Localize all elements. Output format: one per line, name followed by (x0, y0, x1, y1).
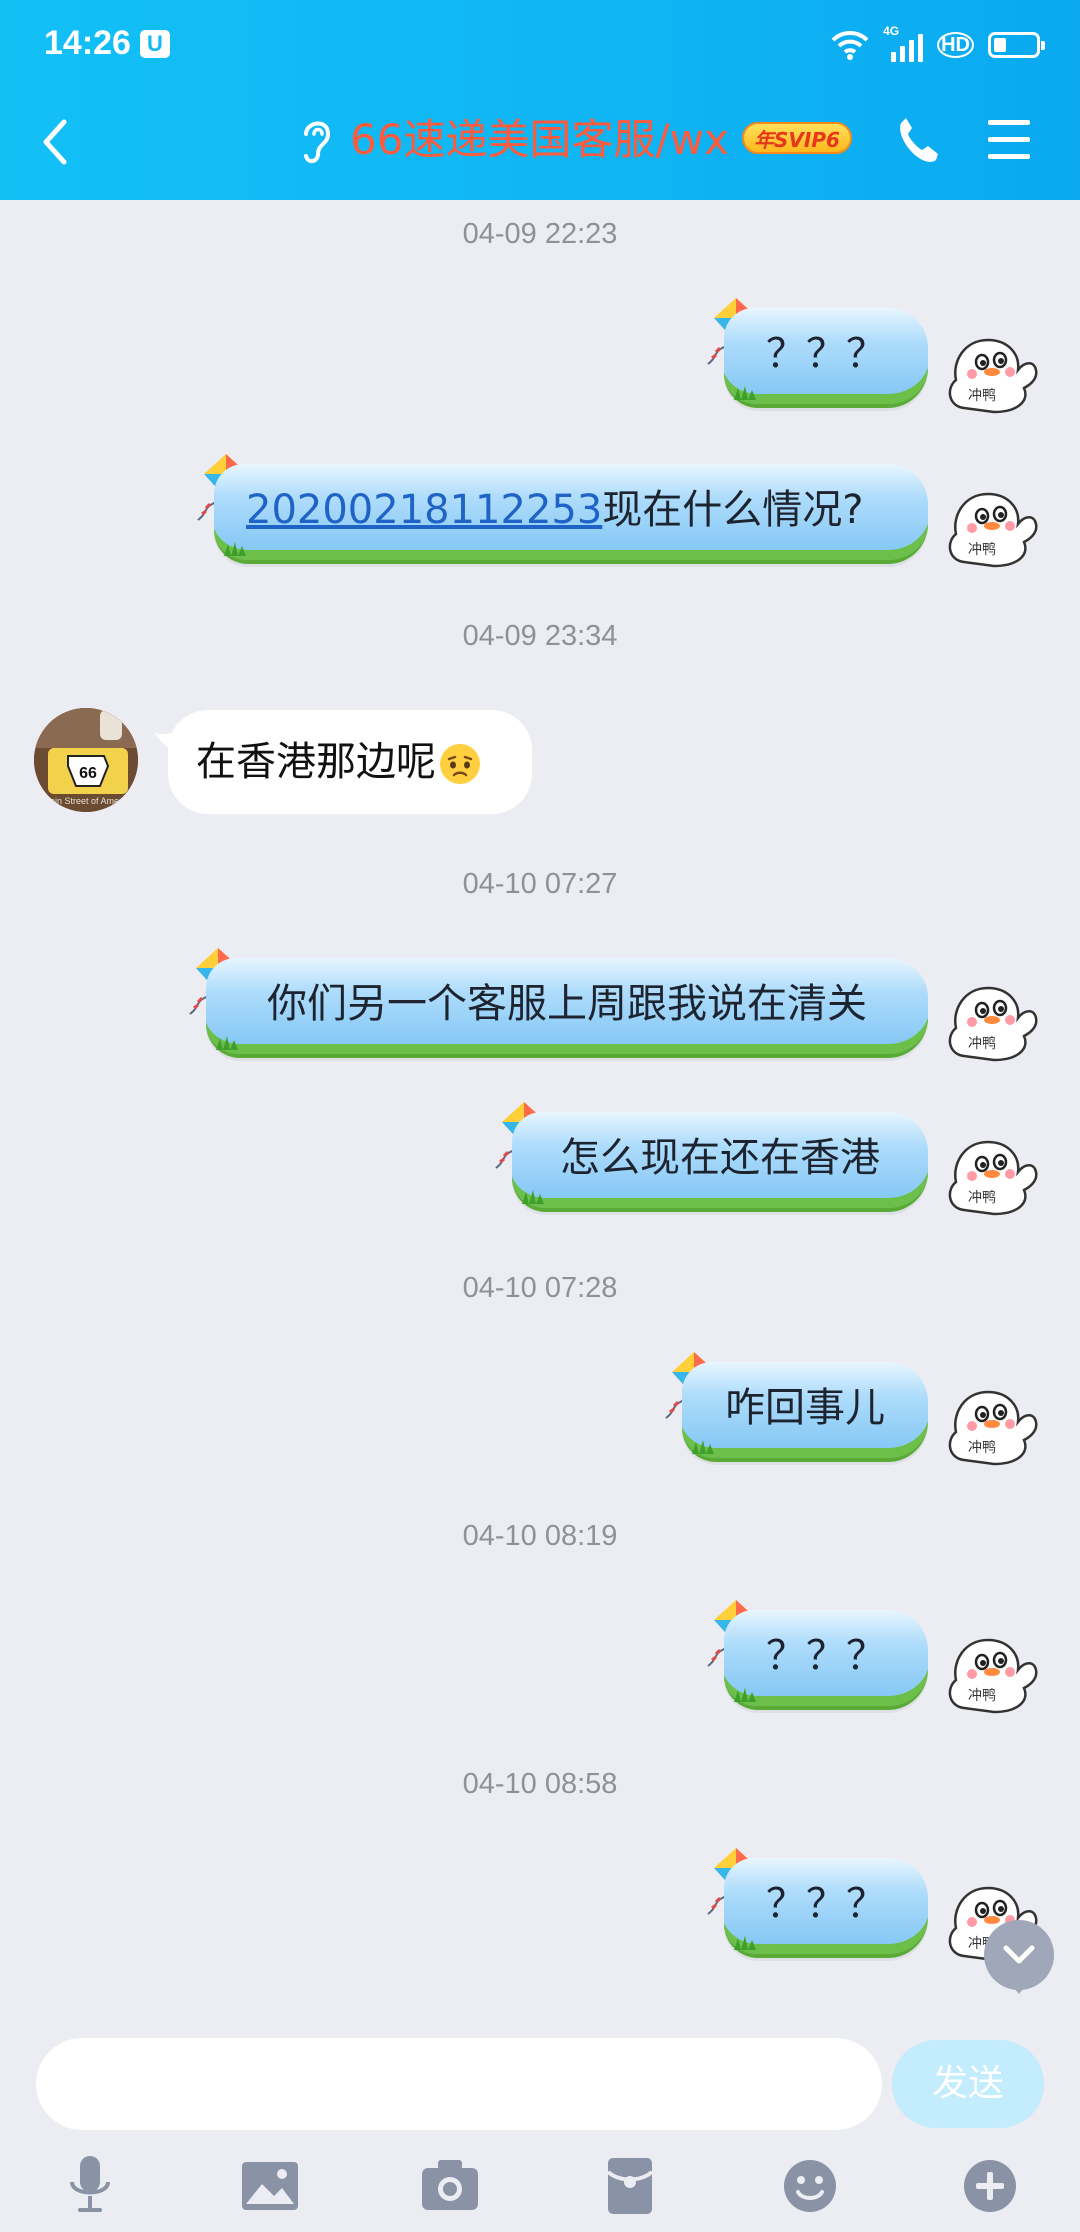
status-bar: 14:26 U 4G HD (0, 0, 1080, 90)
status-time: 14:26 (44, 24, 131, 62)
grass-decoration (224, 542, 246, 556)
sticker-label: 冲鸭 (968, 1440, 996, 1456)
message-bubble-incoming[interactable]: 在香港那边呢 (154, 710, 532, 814)
notification-icon: U (140, 30, 170, 58)
timestamp: 04-10 08:19 (462, 1520, 618, 1552)
message-text: 怎么现在还在香港 (560, 1135, 880, 1181)
avatar-duck-sticker[interactable]: 冲鸭 (944, 1128, 1040, 1218)
message-bubble-outgoing[interactable]: 怎么现在还在香港 (512, 1112, 928, 1212)
emoji-icon[interactable] (774, 2150, 846, 2222)
wifi-icon (831, 30, 869, 60)
contact-avatar[interactable]: 66 Main Street of America (34, 708, 138, 812)
grass-decoration (734, 1936, 756, 1950)
chat-header: 14:26 U 4G HD 66速递美国客服/wx 年SVIP6 (0, 0, 1080, 200)
avatar-duck-sticker[interactable]: 冲鸭 (944, 1378, 1040, 1468)
red-packet-icon[interactable] (594, 2150, 666, 2222)
message-bubble-outgoing[interactable]: 咋回事儿 (682, 1362, 928, 1462)
message-list[interactable]: 04-09 22:23 ？？？ 冲鸭 20200218112253现在什么情况?… (0, 200, 1080, 2020)
input-toolbar (0, 2140, 1080, 2232)
phone-icon[interactable] (892, 110, 942, 170)
grass-decoration (692, 1440, 714, 1454)
message-text: 咋回事儿 (725, 1385, 885, 1431)
avatar-duck-sticker[interactable]: 冲鸭 (944, 326, 1040, 416)
avatar-duck-sticker[interactable]: 冲鸭 (944, 1626, 1040, 1716)
message-bubble-outgoing[interactable]: 你们另一个客服上周跟我说在清关 (206, 958, 928, 1058)
timestamp: 04-10 07:28 (462, 1272, 618, 1304)
timestamp: 04-10 08:58 (462, 1768, 618, 1800)
timestamp: 04-09 22:23 (462, 218, 618, 250)
plus-icon[interactable] (954, 2150, 1026, 2222)
sticker-label: 冲鸭 (968, 1190, 996, 1206)
grass-decoration (522, 1190, 544, 1204)
message-bubble-outgoing[interactable]: ？？？ (724, 1610, 928, 1710)
chat-title[interactable]: 66速递美国客服/wx (350, 106, 729, 167)
sticker-label: 冲鸭 (968, 542, 996, 558)
microphone-icon[interactable] (54, 2150, 126, 2222)
earpiece-mode-icon[interactable] (296, 112, 336, 168)
sticker-label: 冲鸭 (968, 1688, 996, 1704)
signal-icon: 4G (883, 24, 924, 62)
sticker-label: 冲鸭 (968, 1036, 996, 1052)
sticker-label: 冲鸭 (968, 388, 996, 404)
svip-badge: 年SVIP6 (742, 122, 852, 154)
message-input[interactable] (36, 2038, 882, 2130)
nav-bar: 66速递美国客服/wx 年SVIP6 (0, 90, 1080, 200)
message-text-content: 在香港那边呢 (196, 739, 436, 785)
grass-decoration (734, 386, 756, 400)
grass-decoration (734, 1688, 756, 1702)
message-bubble-outgoing[interactable]: ？？？ (724, 1858, 928, 1958)
tracking-number-link[interactable]: 20200218112253 (246, 487, 602, 533)
timestamp: 04-09 23:34 (462, 620, 618, 652)
scroll-to-bottom-button[interactable] (984, 1920, 1054, 1994)
menu-icon[interactable] (984, 112, 1034, 168)
message-text: 在香港那边呢 (196, 710, 482, 814)
avatar-duck-sticker[interactable]: 冲鸭 (944, 480, 1040, 570)
message-text: 20200218112253现在什么情况? (214, 464, 928, 556)
camera-icon[interactable] (414, 2150, 486, 2222)
send-button[interactable]: 发送 (892, 2040, 1044, 2128)
hd-icon: HD (937, 32, 974, 58)
chevron-down-icon (1003, 1945, 1035, 1964)
message-text-rest: 现在什么情况? (602, 487, 864, 533)
svg-text:Main Street of America: Main Street of America (42, 796, 133, 806)
back-icon[interactable] (36, 112, 76, 172)
avatar-duck-sticker[interactable]: 冲鸭 (944, 974, 1040, 1064)
battery-icon (988, 32, 1045, 58)
message-text: 你们另一个客服上周跟我说在清关 (267, 981, 867, 1027)
grass-decoration (216, 1036, 238, 1050)
image-icon[interactable] (234, 2150, 306, 2222)
status-icons: 4G HD (831, 24, 1045, 64)
pleading-face-emoji-icon (440, 744, 480, 784)
timestamp: 04-10 07:27 (462, 868, 618, 900)
message-bubble-outgoing[interactable]: ？？？ (724, 308, 928, 408)
message-bubble-outgoing[interactable]: 20200218112253现在什么情况? (214, 464, 928, 564)
svg-text:66: 66 (79, 765, 97, 782)
